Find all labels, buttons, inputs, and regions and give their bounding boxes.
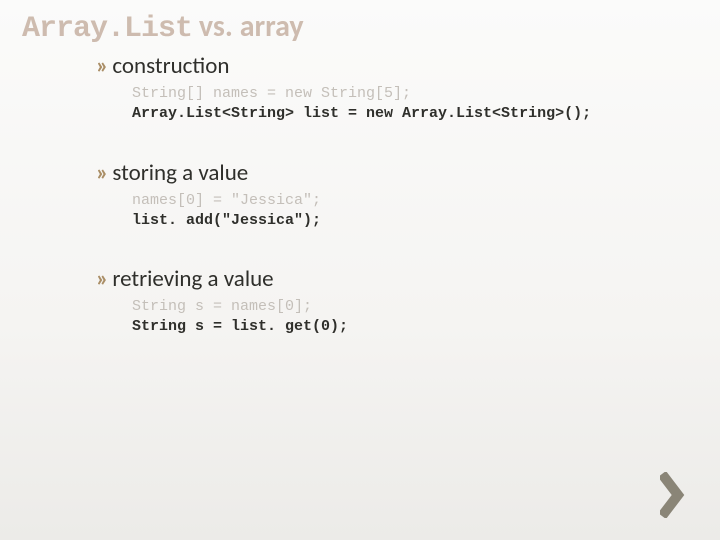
content-area: »construction String[] names = new Strin… [96, 52, 690, 372]
heading-storing: »storing a value [96, 159, 690, 187]
title-vs: vs. [192, 8, 240, 45]
code-bold: list. add("Jessica"); [132, 212, 321, 229]
section-retrieving: »retrieving a value String s = names[0];… [96, 265, 690, 338]
section-construction: »construction String[] names = new Strin… [96, 52, 690, 125]
code-construction: String[] names = new String[5]; Array.Li… [132, 84, 690, 125]
title-plain: array [240, 8, 304, 45]
heading-text: construction [112, 52, 229, 80]
code-storing: names[0] = "Jessica"; list. add("Jessica… [132, 191, 690, 232]
slide-title: Array.List vs. array [22, 8, 304, 46]
code-dim: names[0] = "Jessica"; [132, 192, 321, 209]
chevron-right-icon [660, 472, 690, 518]
code-dim: String[] names = new String[5]; [132, 85, 411, 102]
heading-text: storing a value [112, 159, 248, 187]
heading-text: retrieving a value [112, 265, 273, 293]
code-dim: String s = names[0]; [132, 298, 312, 315]
title-mono: Array.List [22, 12, 192, 46]
code-bold: Array.List<String> list = new Array.List… [132, 105, 591, 122]
bullet-icon: » [96, 265, 108, 293]
bullet-icon: » [96, 52, 108, 80]
code-retrieving: String s = names[0]; String s = list. ge… [132, 297, 690, 338]
heading-construction: »construction [96, 52, 690, 80]
bullet-icon: » [96, 159, 108, 187]
heading-retrieving: »retrieving a value [96, 265, 690, 293]
section-storing: »storing a value names[0] = "Jessica"; l… [96, 159, 690, 232]
code-bold: String s = list. get(0); [132, 318, 348, 335]
